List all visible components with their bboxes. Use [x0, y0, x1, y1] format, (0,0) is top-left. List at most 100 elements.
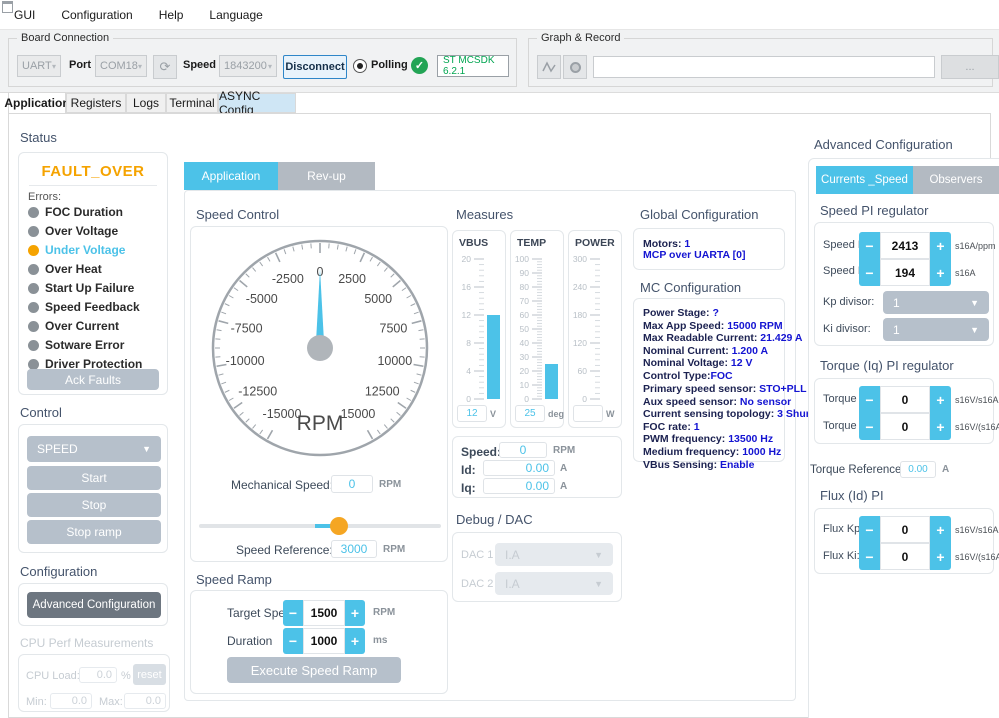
fault-state-text: FAULT_OVER — [41, 163, 145, 180]
speed-kp-input[interactable]: 2413 — [880, 232, 930, 259]
flux-kp-input[interactable]: 0 — [880, 516, 930, 543]
duration-increment[interactable]: + — [345, 628, 365, 654]
cpu-reset-button[interactable]: reset — [133, 664, 166, 685]
stop-button[interactable]: Stop — [27, 493, 161, 517]
menu-configuration[interactable]: Configuration — [61, 8, 132, 22]
stop-ramp-button[interactable]: Stop ramp — [27, 520, 161, 544]
polling-label: Polling — [371, 59, 408, 71]
iq-readout-unit: A — [560, 481, 568, 492]
cpu-load-unit: % — [121, 670, 131, 682]
torque-kp-decrement[interactable]: − — [859, 386, 880, 413]
mechanical-speed-value[interactable]: 0 — [331, 475, 373, 493]
tab-observers[interactable]: Observers — [913, 166, 999, 194]
chevron-down-icon: ▼ — [594, 549, 603, 560]
duration-decrement[interactable]: − — [283, 628, 303, 654]
torque-reference-value[interactable]: 0.00 — [900, 461, 936, 478]
tab-registers[interactable]: Registers — [66, 93, 126, 113]
speed-ki-increment[interactable]: + — [930, 259, 951, 286]
temp-value[interactable]: 25 — [515, 405, 545, 422]
kp-divisor-label: Kp divisor: — [823, 296, 875, 308]
menu-gui[interactable]: GUI — [14, 8, 35, 22]
record-button[interactable] — [563, 55, 587, 79]
control-mode-select[interactable]: SPEED ▼ — [27, 436, 161, 462]
errors-label: Errors: — [28, 191, 61, 203]
tab-async-config[interactable]: ASYNC Config — [218, 89, 296, 117]
flux-ki-increment[interactable]: + — [930, 543, 951, 570]
flux-kp-increment[interactable]: + — [930, 516, 951, 543]
id-readout-value[interactable]: 0.00 — [483, 460, 555, 476]
vbus-value[interactable]: 12 — [457, 405, 487, 422]
tab-currents-speed[interactable]: Currents _Speed — [816, 166, 913, 194]
speed-reference-value[interactable]: 3000 — [331, 540, 377, 558]
speed-pi-card: Speed Kp: − 2413 + s16A/ppm Speed Ki: − … — [814, 222, 996, 346]
configuration-card: Advanced Configuration — [18, 583, 168, 626]
start-button[interactable]: Start — [27, 466, 161, 490]
tab-terminal[interactable]: Terminal — [166, 93, 218, 113]
speed-readout-value[interactable]: 0 — [499, 442, 547, 458]
iq-readout-label: Iq: — [461, 481, 476, 495]
duration-input[interactable]: 1000 — [303, 628, 345, 654]
target-speed-increment[interactable]: + — [345, 600, 365, 626]
ack-faults-button[interactable]: Ack Faults — [27, 369, 159, 390]
menu-language[interactable]: Language — [209, 8, 262, 22]
record-file-input[interactable] — [593, 56, 935, 78]
advanced-configuration-button[interactable]: Advanced Configuration — [27, 592, 161, 618]
speed-kp-increment[interactable]: + — [930, 232, 951, 259]
torque-reference-label: Torque Reference: — [810, 464, 905, 476]
flux-ki-input[interactable]: 0 — [880, 543, 930, 570]
error-dot — [28, 244, 39, 256]
browse-button[interactable]: ... — [941, 55, 999, 79]
speed-ki-decrement[interactable]: − — [859, 259, 880, 286]
flux-pi-label: Flux (Id) PI — [820, 488, 884, 503]
tab-logs[interactable]: Logs — [126, 93, 166, 113]
speed-readout-label: Speed: — [461, 445, 502, 459]
configuration-section-label: Configuration — [20, 564, 98, 579]
execute-speed-ramp-button[interactable]: Execute Speed Ramp — [227, 657, 401, 683]
torque-ki-increment[interactable]: + — [930, 413, 951, 440]
kp-divisor-select[interactable]: 1 ▼ — [883, 291, 989, 314]
firmware-version-field[interactable]: ST MCSDK 6.2.1 — [437, 55, 509, 77]
torque-ki-input[interactable]: 0 — [880, 413, 930, 440]
torque-kp-input[interactable]: 0 — [880, 386, 930, 413]
board-connection-group: Board Connection UART ▾ Port COM18 ▾ ⟳ Spe… — [8, 32, 517, 87]
graph-record-title: Graph & Record — [537, 32, 625, 44]
polling-radio[interactable] — [353, 59, 367, 73]
interface-select[interactable]: UART ▾ — [17, 55, 61, 77]
advanced-configuration-panel-label: Advanced Configuration — [814, 137, 953, 152]
ki-divisor-select[interactable]: 1 ▼ — [883, 318, 989, 341]
id-readout-unit: A — [560, 463, 568, 474]
disconnect-button[interactable]: Disconnect — [283, 55, 347, 79]
flux-ki-decrement[interactable]: − — [859, 543, 880, 570]
speed-ki-input[interactable]: 194 — [880, 259, 930, 286]
power-value[interactable] — [573, 405, 603, 422]
tab-application[interactable]: Application — [4, 92, 70, 114]
error-dot — [28, 282, 39, 294]
speed-slider-handle[interactable] — [330, 517, 348, 535]
cpu-min-value: 0.0 — [50, 693, 92, 709]
flux-kp-decrement[interactable]: − — [859, 516, 880, 543]
torque-kp-increment[interactable]: + — [930, 386, 951, 413]
dac1-select[interactable]: I.A ▼ — [495, 543, 613, 566]
tab-revup[interactable]: Rev-up — [278, 162, 375, 190]
vbus-title: VBUS — [459, 237, 489, 249]
speed-slider[interactable] — [199, 517, 441, 535]
dac2-select[interactable]: I.A ▼ — [495, 572, 613, 595]
port-select[interactable]: COM18 ▾ — [95, 55, 147, 77]
refresh-ports-button[interactable]: ⟳ — [153, 55, 177, 79]
menu-help[interactable]: Help — [159, 8, 184, 22]
tab-application-inner[interactable]: Application — [184, 162, 278, 190]
iq-readout-value[interactable]: 0.00 — [483, 478, 555, 494]
speed-kp-decrement[interactable]: − — [859, 232, 880, 259]
svg-text:20: 20 — [462, 254, 472, 264]
mc-config-group1: Power Stage: ? Max App Speed: 15000 RPM … — [643, 307, 803, 382]
vbus-scale: 20 16 12 8 4 0 — [453, 249, 505, 410]
baud-select[interactable]: 1843200 ▾ — [219, 55, 277, 77]
id-readout-label: Id: — [461, 463, 476, 477]
torque-kp-unit: s16V/s16A — [955, 395, 999, 405]
torque-pi-card: Torque Kp: − 0 + s16V/s16A Torque Ki: − … — [814, 378, 999, 444]
target-speed-input[interactable]: 1500 — [303, 600, 345, 626]
torque-ki-decrement[interactable]: − — [859, 413, 880, 440]
vbus-meter: VBUS 20 16 12 8 4 0 12 V — [452, 230, 506, 428]
target-speed-decrement[interactable]: − — [283, 600, 303, 626]
graph-button[interactable] — [537, 55, 561, 79]
